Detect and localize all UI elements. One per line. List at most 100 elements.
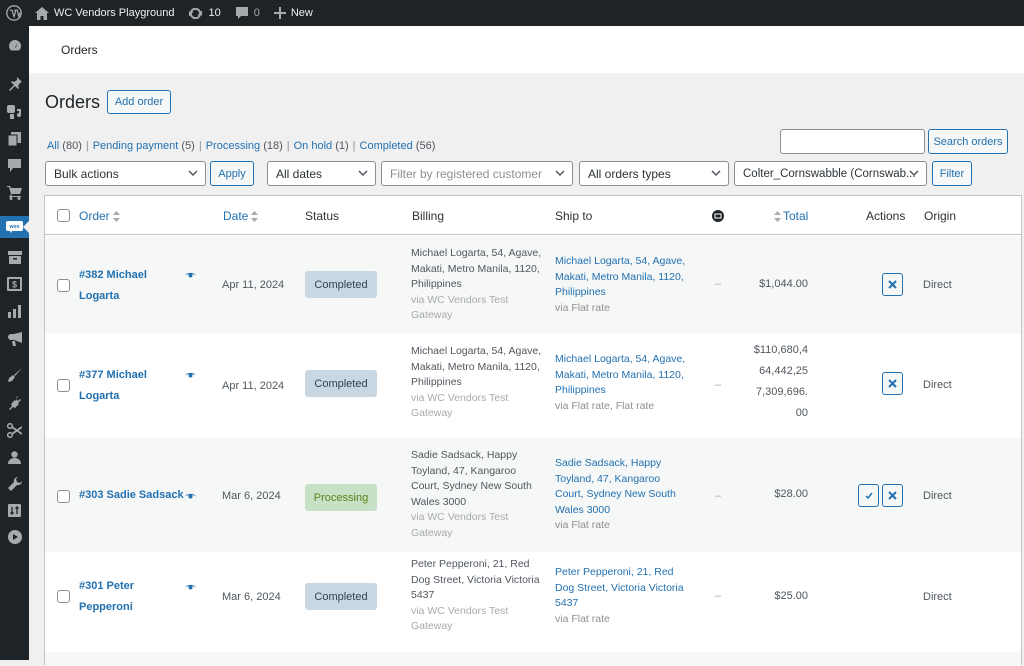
order-date: Mar 6, 2024 — [222, 591, 281, 603]
order-total: $25.00 — [774, 590, 808, 602]
sidebar-item-payments[interactable]: $ — [0, 273, 29, 295]
table-row[interactable]: #377 Michael Logarta Apr 11, 2024 Comple… — [45, 334, 1021, 438]
sidebar-item-tools[interactable] — [0, 473, 29, 495]
separator: | — [85, 140, 89, 152]
comments-link[interactable]: 0 — [228, 0, 267, 26]
row-checkbox[interactable] — [57, 490, 70, 503]
shipping-address[interactable]: Peter Pepperoni, 21, Red Dog Street, Vic… — [555, 565, 690, 627]
close-icon — [888, 491, 897, 500]
order-link[interactable]: #377 Michael Logarta — [79, 365, 177, 407]
apply-button[interactable]: Apply — [210, 161, 254, 186]
view-all[interactable]: All (80) — [47, 140, 82, 152]
sidebar-item-media[interactable] — [0, 101, 29, 123]
sidebar-item-pages[interactable] — [0, 128, 29, 150]
sidebar-item-woocommerce[interactable]: woo — [0, 216, 29, 238]
order-total: $110,680,464,442,257,309,696.00 — [753, 344, 808, 419]
sort-icon — [112, 211, 120, 223]
admin-bar: WC Vendors Playground 10 0 New — [0, 0, 1024, 26]
bulk-actions-select[interactable]: Bulk actions — [45, 161, 206, 186]
sidebar-item-marketing[interactable] — [0, 328, 29, 350]
status-badge: Completed — [305, 583, 377, 610]
preview-eye-icon[interactable] — [185, 272, 196, 279]
order-link[interactable]: #301 Peter Pepperoni — [79, 576, 177, 618]
order-date: Apr 11, 2024 — [222, 380, 285, 392]
select-all-checkbox[interactable] — [57, 209, 70, 222]
scissors-icon — [7, 422, 22, 438]
sidebar-item-analytics[interactable] — [0, 300, 29, 322]
sort-icon — [251, 211, 259, 223]
column-date[interactable]: Date — [223, 209, 259, 223]
dates-select[interactable]: All dates — [267, 161, 376, 186]
chevron-down-icon — [555, 170, 565, 177]
column-order[interactable]: Order — [79, 209, 120, 223]
site-name-link[interactable]: WC Vendors Playground — [28, 0, 181, 26]
shipping-address[interactable]: Michael Logarta, 54, Agave, Makati, Metr… — [555, 352, 690, 414]
wordpress-logo-button[interactable] — [0, 0, 28, 26]
column-actions: Actions — [866, 209, 906, 223]
sidebar-item-media-player[interactable] — [0, 526, 29, 548]
row-checkbox[interactable] — [57, 379, 70, 392]
table-row[interactable]: #301 Peter Pepperoni Mar 6, 2024 Complet… — [45, 552, 1021, 652]
sidebar-item-posts[interactable] — [0, 73, 29, 95]
search-orders-input[interactable] — [780, 129, 925, 154]
preview-eye-icon[interactable] — [185, 493, 196, 500]
page-title: Orders — [45, 92, 101, 112]
sidebar-item-settings[interactable] — [0, 499, 29, 521]
updates-link[interactable]: 10 — [181, 0, 227, 26]
sidebar-item-orders[interactable] — [0, 246, 29, 268]
order-date: Apr 11, 2024 — [222, 279, 285, 291]
notes-icon — [712, 210, 724, 222]
cancel-action-button[interactable] — [882, 273, 903, 296]
cancel-action-button[interactable] — [882, 372, 903, 395]
sidebar-item-products[interactable] — [0, 182, 29, 204]
separator: | — [352, 140, 356, 152]
filter-button[interactable]: Filter — [932, 161, 972, 186]
sidebar-item-dashboard[interactable] — [0, 35, 29, 57]
view-processing[interactable]: Processing (18) — [206, 140, 283, 152]
shipping-address[interactable]: Michael Logarta, 54, Agave, Makati, Metr… — [555, 254, 690, 316]
vendor-select[interactable]: Colter_Cornswabble (Cornswab... — [734, 161, 927, 186]
view-pending-payment[interactable]: Pending payment (5) — [93, 140, 195, 152]
chevron-down-icon — [188, 170, 198, 177]
home-icon — [35, 6, 49, 20]
order-link[interactable]: #382 Michael Logarta — [79, 265, 177, 307]
sidebar-item-users[interactable] — [0, 446, 29, 468]
customer-filter-select[interactable]: Filter by registered customer — [381, 161, 573, 186]
billing-address: Michael Logarta, 54, Agave, Makati, Metr… — [411, 247, 542, 321]
settings-icon — [8, 503, 21, 517]
order-types-select[interactable]: All orders types — [579, 161, 729, 186]
preview-eye-icon[interactable] — [185, 584, 196, 591]
preview-eye-icon[interactable] — [185, 372, 196, 379]
paintbrush-icon — [7, 368, 22, 382]
cart-icon — [7, 186, 22, 200]
billing-address: Michael Logarta, 54, Agave, Makati, Metr… — [411, 345, 542, 419]
add-order-button[interactable]: Add order — [107, 90, 171, 114]
view-completed[interactable]: Completed (56) — [360, 140, 436, 152]
search-orders-button[interactable]: Search orders — [928, 129, 1008, 154]
row-checkbox[interactable] — [57, 279, 70, 292]
row-checkbox[interactable] — [57, 590, 70, 603]
table-row[interactable] — [45, 652, 1021, 666]
orders-table: Order Date Status Billing Ship to Total … — [44, 195, 1022, 666]
analytics-icon — [7, 304, 21, 318]
table-row[interactable]: #303 Sadie Sadsack Mar 6, 2024 Processin… — [45, 438, 1021, 552]
table-row[interactable]: #382 Michael Logarta Apr 11, 2024 Comple… — [45, 236, 1021, 334]
sidebar-item-comments[interactable] — [0, 154, 29, 176]
cancel-action-button[interactable] — [882, 484, 903, 507]
new-content-link[interactable]: New — [267, 0, 320, 26]
billing-address: Sadie Sadsack, Happy Toyland, 47, Kangar… — [411, 449, 532, 539]
notes-empty: – — [715, 379, 722, 391]
shipping-address[interactable]: Sadie Sadsack, Happy Toyland, 47, Kangar… — [555, 456, 690, 534]
column-total[interactable]: Total — [774, 209, 808, 223]
comments-count: 0 — [253, 7, 260, 19]
plus-icon — [273, 7, 286, 19]
sidebar-item-plugins[interactable] — [0, 392, 29, 414]
sidebar-item-appearance[interactable] — [0, 364, 29, 386]
sidebar-item-tools-scissors[interactable] — [0, 419, 29, 441]
woocommerce-header: Orders — [29, 26, 1024, 73]
complete-action-button[interactable] — [858, 484, 879, 507]
column-notes — [712, 210, 724, 225]
order-link[interactable]: #303 Sadie Sadsack — [79, 485, 189, 506]
svg-text:woo: woo — [9, 224, 20, 230]
view-on-hold[interactable]: On hold (1) — [294, 140, 349, 152]
